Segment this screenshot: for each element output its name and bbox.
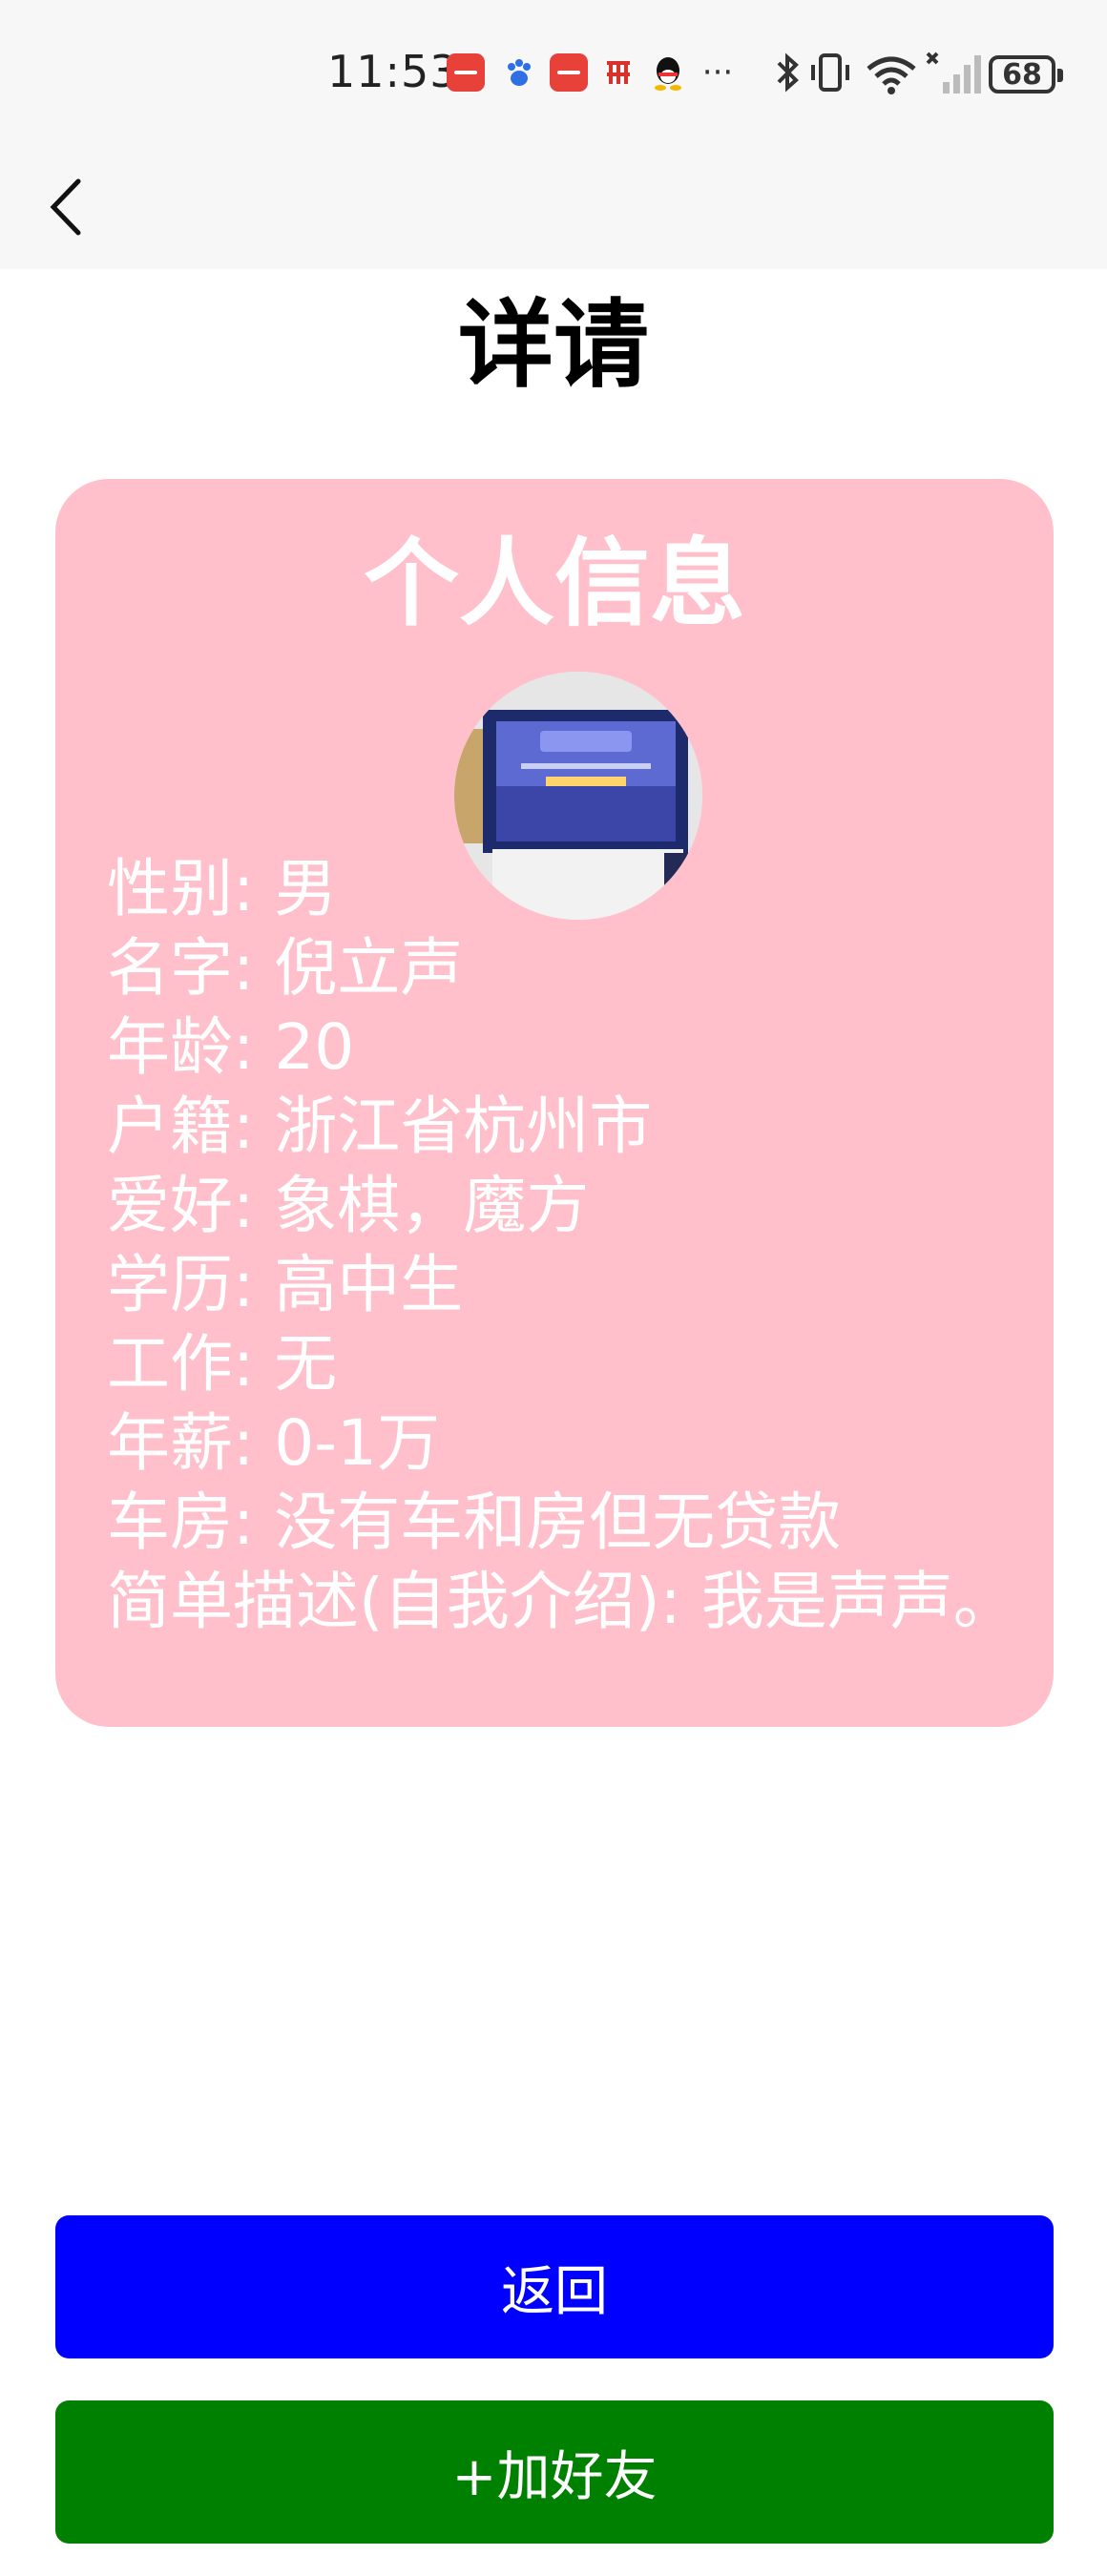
baidu-icon: [500, 53, 538, 92]
huawei-appgallery-icon-2: [550, 53, 588, 92]
add-friend-button-label: +加好友: [451, 2445, 658, 2508]
personal-info-card: 个人信息 性别: 男 名字: 倪立声 年龄: 20 户籍: 浙江省杭州市 爱好:…: [55, 479, 1054, 1727]
back-button[interactable]: 返回: [55, 2215, 1054, 2358]
signal-icon: [926, 52, 981, 93]
qq-icon: [649, 53, 687, 92]
info-age: 年龄: 20: [107, 1010, 355, 1084]
info-job: 工作: 无: [107, 1327, 338, 1401]
info-education: 学历: 高中生: [107, 1248, 464, 1321]
info-salary: 年薪: 0-1万: [107, 1406, 441, 1480]
bluetooth-icon: [777, 52, 799, 93]
info-list: 性别: 男 名字: 倪立声 年龄: 20 户籍: 浙江省杭州市 爱好: 象棋，魔…: [107, 849, 1023, 1641]
back-button-label: 返回: [501, 2260, 608, 2323]
card-title: 个人信息: [364, 528, 745, 639]
info-name: 名字: 倪立声: [107, 931, 464, 1005]
info-hometown: 户籍: 浙江省杭州市: [107, 1090, 653, 1163]
vibrate-icon: [811, 53, 849, 92]
chevron-left-icon: [50, 178, 81, 236]
info-car-house: 车房: 没有车和房但无贷款: [107, 1485, 842, 1559]
huawei-appgallery-icon: [447, 53, 485, 92]
add-friend-button[interactable]: +加好友: [55, 2400, 1054, 2544]
postal-icon: [599, 53, 637, 92]
info-gender: 性别: 男: [107, 852, 338, 925]
info-hobbies: 爱好: 象棋，魔方: [107, 1169, 590, 1242]
battery-level: 68: [1002, 57, 1042, 92]
status-bar: 11:53 ··· 68: [0, 0, 1107, 143]
battery-indicator: 68: [989, 55, 1063, 93]
status-time: 11:53: [327, 46, 459, 97]
info-description: 简单描述(自我介绍): 我是声声。: [107, 1565, 1016, 1638]
page-title: 详请: [458, 289, 649, 401]
wifi-icon: [867, 56, 916, 94]
more-dots-icon: ···: [701, 53, 734, 92]
back-chevron-button[interactable]: [46, 174, 113, 240]
nav-bar: [0, 143, 1107, 269]
